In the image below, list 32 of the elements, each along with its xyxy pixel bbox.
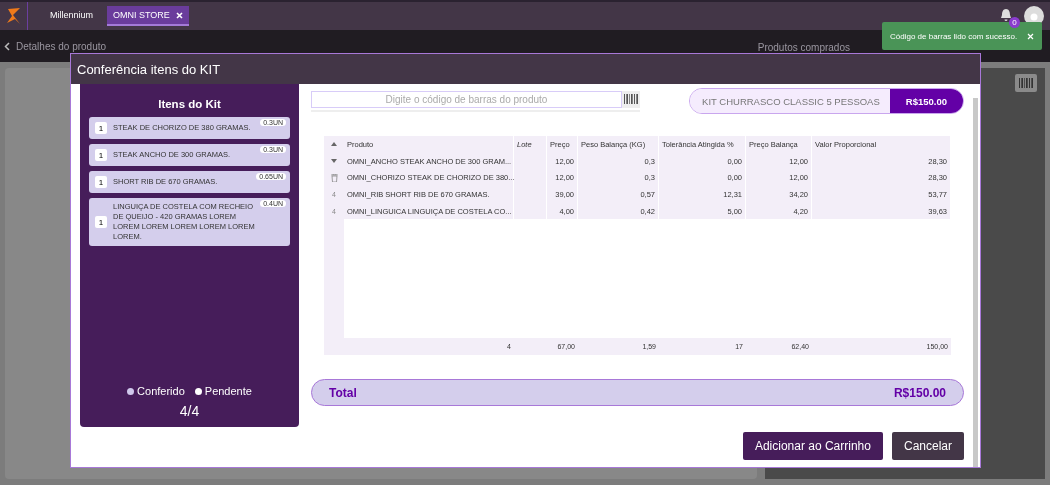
scan-button[interactable] [1015, 74, 1037, 92]
section-label: Produtos comprados [757, 41, 850, 53]
legend-label: Conferido [137, 385, 185, 397]
logo-icon [5, 7, 22, 25]
caret-down-icon[interactable] [331, 159, 337, 164]
panel-title: Itens do Kit [158, 98, 221, 110]
progress-count: 4/4 [179, 403, 200, 419]
total-value: R$150.00 [893, 385, 946, 400]
barcode-field[interactable]: Digite o código de barras do produto [311, 90, 622, 108]
barcode-icon [1019, 78, 1033, 88]
quantity: 1 [95, 216, 107, 228]
total-label: Total [329, 385, 357, 400]
cancel-button[interactable]: Cancelar [891, 432, 964, 460]
quantity: 1 [95, 149, 107, 161]
barcode-icon [624, 94, 638, 104]
app-tab[interactable]: Millennium [44, 6, 99, 26]
caret-up-icon[interactable] [331, 142, 337, 147]
bell-icon[interactable] [1000, 8, 1012, 22]
close-icon[interactable] [175, 11, 183, 19]
back-link[interactable]: Detalhes do produto [4, 40, 107, 52]
close-icon[interactable] [1027, 32, 1034, 40]
toast-message: Código de barras lido com sucesso. [890, 31, 1018, 41]
legend-label: Pendente [204, 385, 252, 397]
add-to-cart-button[interactable]: Adicionar ao Carrinho [742, 432, 883, 460]
app-tab[interactable]: OMNI STORE [107, 6, 189, 26]
chevron-left-icon[interactable] [4, 41, 10, 51]
kit-price: R$150.00 [889, 89, 963, 113]
scan-button[interactable] [622, 90, 640, 108]
dialog-title: Conferência itens do KIT [71, 54, 980, 84]
kit-name: KIT CHURRASCO CLASSIC 5 PESSOAS [690, 89, 890, 113]
quantity: 1 [95, 122, 107, 134]
quantity: 1 [95, 176, 107, 188]
